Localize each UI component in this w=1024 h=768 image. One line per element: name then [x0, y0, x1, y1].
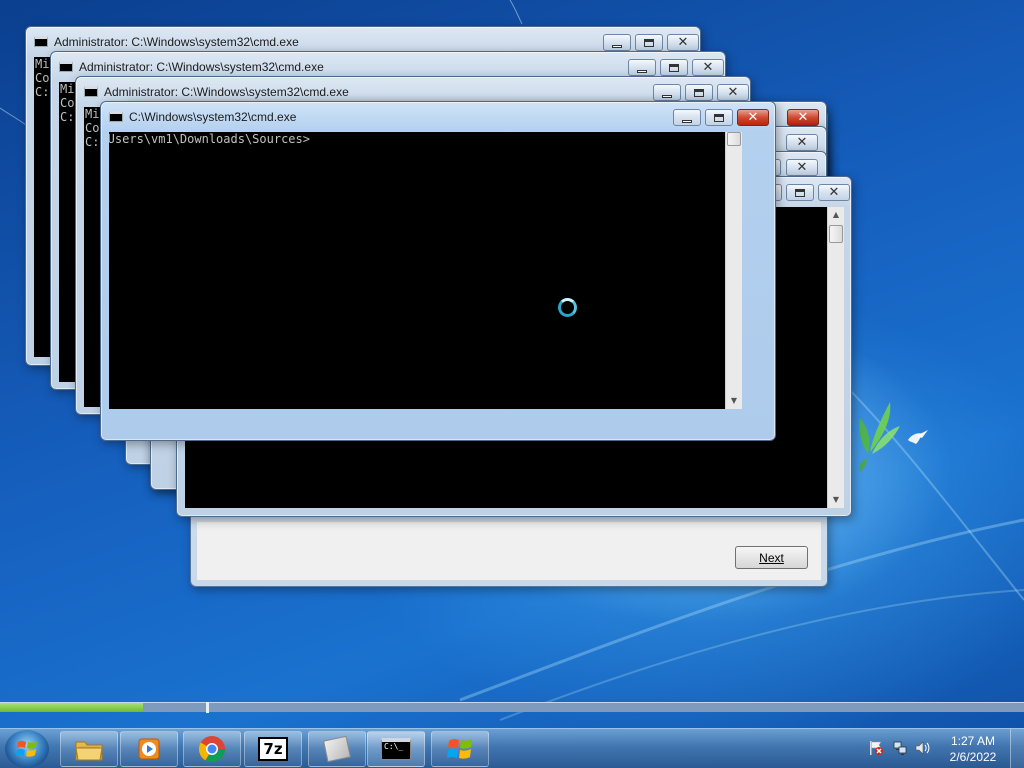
progress-bar-fill: [0, 703, 144, 712]
window-title: Administrator: C:\Windows\system32\cmd.e…: [79, 60, 324, 74]
window-title: C:\Windows\system32\cmd.exe: [129, 110, 297, 124]
clock-date: 2/6/2022: [949, 750, 997, 764]
generic-app-icon: [322, 735, 352, 763]
scroll-down-arrow-icon[interactable]: ▼: [726, 393, 742, 409]
close-button[interactable]: ✕: [818, 184, 850, 201]
maximize-button[interactable]: [705, 109, 733, 126]
cmd-icon-label: C:\_: [384, 742, 404, 751]
cmd-icon: [84, 86, 98, 97]
vertical-scrollbar[interactable]: ▲ ▼: [725, 132, 742, 409]
maximize-button[interactable]: [786, 184, 814, 201]
window-title: Administrator: C:\Windows\system32\cmd.e…: [104, 85, 349, 99]
taskbar-button-7-zip[interactable]: 7z: [244, 731, 302, 767]
clock-time: 1:27 AM: [950, 734, 996, 748]
cmd-icon: [109, 111, 123, 122]
network-icon[interactable]: [892, 740, 908, 756]
windows-flag-icon: [447, 739, 472, 759]
loading-spinner-icon: [558, 298, 577, 317]
title-bar[interactable]: Administrator: C:\Windows\system32\cmd.e…: [57, 58, 724, 78]
clock[interactable]: 1:27 AM 2/6/2022: [938, 733, 1008, 765]
close-button[interactable]: ✕: [786, 134, 818, 151]
close-button[interactable]: ✕: [787, 109, 819, 126]
taskbar-button-google-chrome[interactable]: [183, 731, 241, 767]
close-button[interactable]: ✕: [692, 59, 724, 76]
progress-separator: [206, 702, 209, 713]
chrome-icon: [198, 736, 226, 763]
action-center-flag-icon[interactable]: [868, 740, 884, 756]
wallpaper-logo-icon: [859, 402, 928, 472]
scroll-thumb[interactable]: [727, 132, 741, 146]
taskbar: 7z C:\_ 1:27 AM 2/6/2022: [0, 728, 1024, 768]
progress-bar: [0, 702, 1024, 713]
setup-dialog-footer: [197, 521, 821, 580]
console-prompt: C:\Users\vm1\Downloads\Sources>: [109, 132, 310, 146]
scroll-up-arrow-icon[interactable]: ▲: [828, 207, 844, 223]
cmd-window-active[interactable]: C:\Windows\system32\cmd.exe ✕ C:\Users\v…: [100, 101, 776, 441]
7zip-icon: 7z: [258, 737, 288, 761]
windows-logo-icon: [16, 740, 37, 757]
minimize-button[interactable]: [603, 34, 631, 51]
console-output[interactable]: C:\Users\vm1\Downloads\Sources>: [109, 132, 725, 409]
7zip-icon-label: 7z: [263, 740, 283, 758]
maximize-button[interactable]: [660, 59, 688, 76]
maximize-button[interactable]: [635, 34, 663, 51]
folder-icon: [75, 741, 103, 761]
desktop: Next Administrator: C:\Windows\system32\…: [0, 0, 1024, 768]
maximize-button[interactable]: [685, 84, 713, 101]
taskbar-button-generic-app[interactable]: [308, 731, 366, 767]
volume-icon[interactable]: [914, 740, 930, 756]
start-button[interactable]: [5, 730, 49, 768]
title-bar[interactable]: Administrator: C:\Windows\system32\cmd.e…: [82, 83, 749, 103]
title-bar[interactable]: Administrator: C:\Windows\system32\cmd.e…: [32, 33, 699, 53]
minimize-button[interactable]: [628, 59, 656, 76]
close-button[interactable]: ✕: [786, 159, 818, 176]
close-button[interactable]: ✕: [737, 109, 769, 126]
window-title: Administrator: C:\Windows\system32\cmd.e…: [54, 35, 299, 49]
minimize-button[interactable]: [673, 109, 701, 126]
cmd-icon: [34, 36, 48, 47]
vertical-scrollbar[interactable]: ▲ ▼: [827, 207, 844, 508]
cmd-icon: C:\_: [381, 738, 411, 760]
next-button[interactable]: Next: [735, 546, 808, 569]
title-bar[interactable]: C:\Windows\system32\cmd.exe ✕: [107, 108, 769, 128]
taskbar-button-windows-setup[interactable]: [431, 731, 489, 767]
show-desktop-button[interactable]: [1010, 729, 1024, 768]
media-player-icon: [138, 738, 160, 760]
scroll-down-arrow-icon[interactable]: ▼: [828, 492, 844, 508]
cmd-icon: [59, 61, 73, 72]
taskbar-button-media-player[interactable]: [120, 731, 178, 767]
minimize-button[interactable]: [653, 84, 681, 101]
scroll-thumb[interactable]: [829, 225, 843, 243]
close-button[interactable]: ✕: [717, 84, 749, 101]
taskbar-button-command-prompt[interactable]: C:\_: [367, 731, 425, 767]
taskbar-button-windows-explorer[interactable]: [60, 731, 118, 767]
close-button[interactable]: ✕: [667, 34, 699, 51]
